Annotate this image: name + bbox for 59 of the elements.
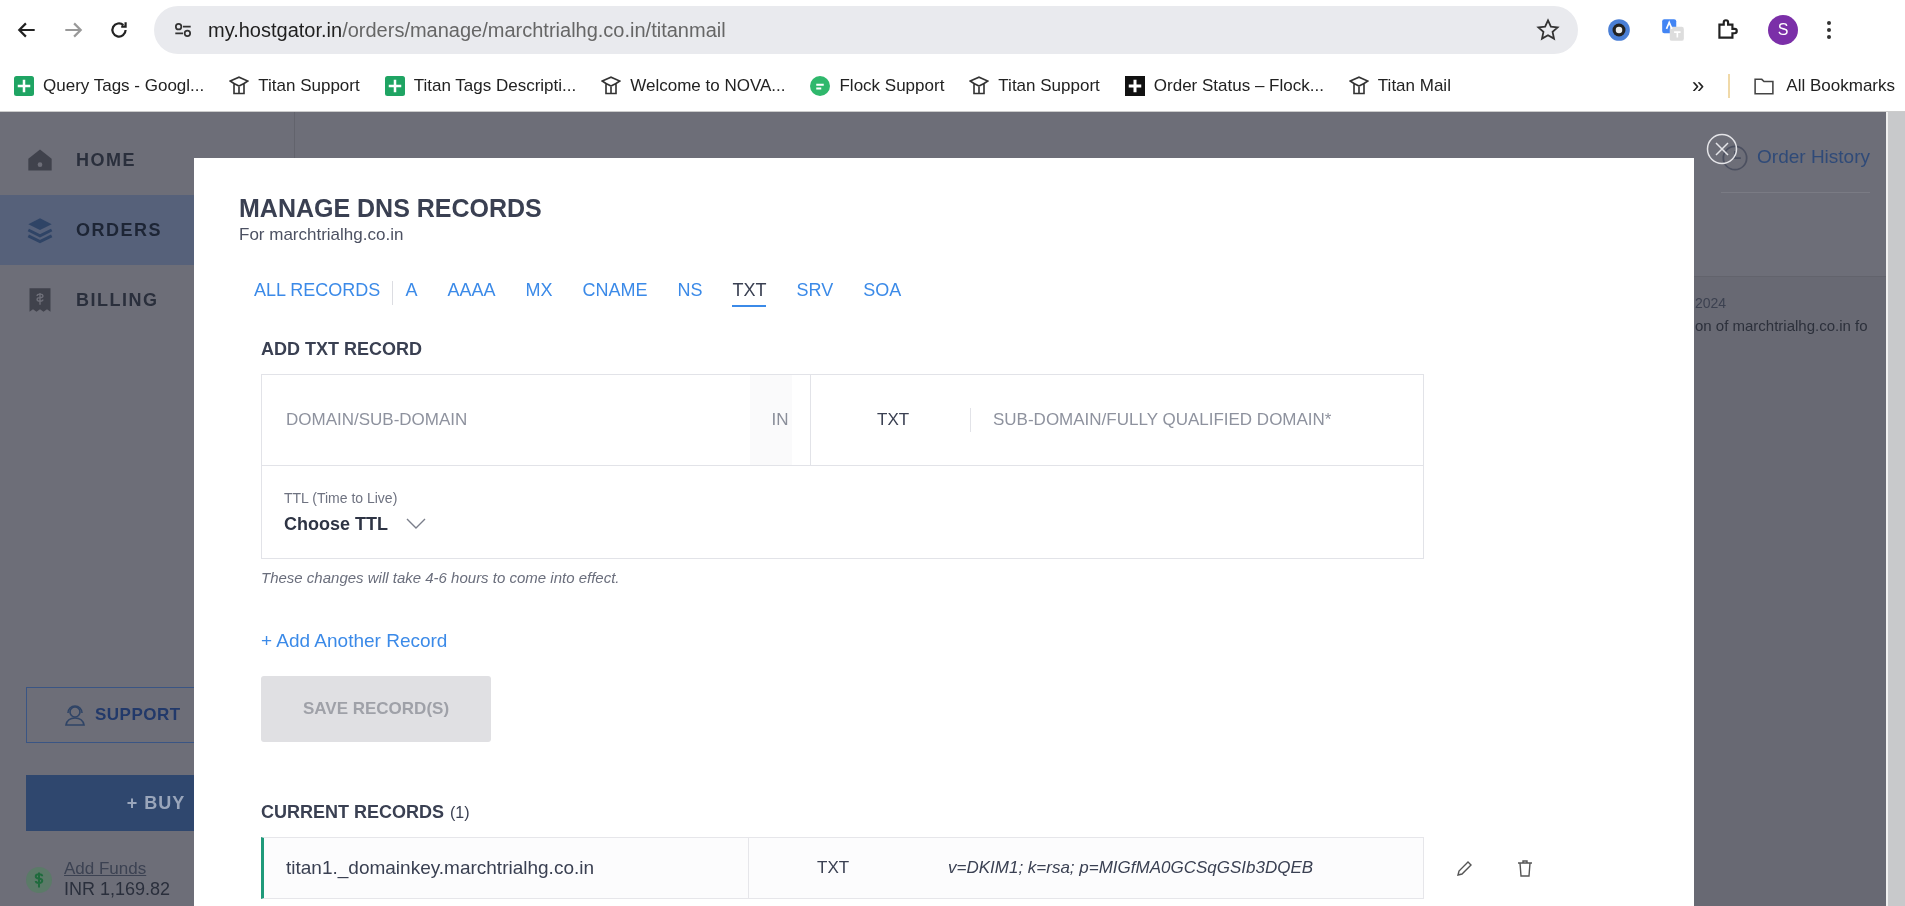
headset-icon [63,703,87,727]
trash-icon[interactable] [1515,858,1535,878]
box-icon [969,75,990,96]
spreadsheet-icon [14,75,34,96]
record-type-tab[interactable]: SOA [863,279,902,307]
bookmark-link[interactable]: Titan Support [998,75,1100,96]
bookmark-link[interactable]: Query Tags - Googl... [43,75,205,96]
box-icon [601,75,622,96]
record-type-tab[interactable]: A [405,279,418,307]
profile-avatar[interactable]: S [1768,15,1798,45]
record-type-tab[interactable]: MX [525,279,553,307]
add-another-link[interactable]: + Add Another Record [261,630,448,652]
record-value: v=DKIM1; k=rsa; p=MIGfMA0GCSqGSIb3DQEB [948,858,1315,878]
spreadsheet-icon [384,75,405,96]
reload-icon[interactable] [108,19,130,41]
clock-icon [1721,144,1750,172]
bookmark-link[interactable]: Titan Mail [1377,75,1451,96]
domain-input[interactable]: DOMAIN/SUB-DOMAIN [284,409,718,431]
section-heading: ADD TXT RECORD [261,339,423,360]
record-type-tab[interactable]: CNAME [582,279,648,307]
sidebar-item[interactable]: HOME [0,125,294,195]
bookmark-link[interactable]: Order Status – Flock... [1153,75,1324,96]
record-type-tab[interactable]: SRV [796,279,834,307]
description-text: on of marchtrialhg.co.in fo [1695,317,1869,334]
box-icon [229,75,250,96]
bookmark-link[interactable]: Flock Support [839,75,945,96]
all-bookmarks-link[interactable]: All Bookmarks [1786,75,1895,96]
record-host: titan1._domainkey.marchtrialhg.co.in [285,857,596,879]
ttl-label: TTL (Time to Live) [284,489,399,506]
record-type-tab[interactable]: ALL RECORDS [254,279,381,307]
record-type-text: TXT [811,408,971,432]
chat-bubble-icon [810,75,831,96]
balance-text: INR 1,169.82 [64,879,171,900]
box-icon [1348,75,1369,96]
bookmarks-overflow[interactable]: » [1692,72,1705,99]
close-icon[interactable] [1706,133,1738,165]
record-count: (1) [450,804,470,821]
record-type: TXT [748,838,948,898]
extension-icon[interactable] [1606,17,1632,43]
address-bar[interactable]: my.hostgator.in/orders/manage/marchtrialhg.co.in/titanmail [154,6,1578,54]
bookmark-link[interactable]: Titan Tags Descripti... [413,75,577,96]
translate-icon[interactable] [1660,17,1686,43]
record-type-tab[interactable]: TXT [732,279,767,307]
plus-icon [1124,75,1145,96]
bookmark-link[interactable]: Welcome to NOVA... [630,75,786,96]
bookmark-star-icon[interactable] [1536,18,1560,42]
scrollbar[interactable] [1886,112,1905,906]
target-input[interactable]: SUB-DOMAIN/FULLY QUALIFIED DOMAIN* [991,409,1423,431]
record-type-tab[interactable]: AAAA [447,279,496,307]
layers-icon [26,216,54,244]
info-note: These changes will take 4-6 hours to come into effect. [261,569,621,586]
dollar-icon [26,866,52,893]
ttl-dropdown[interactable]: Choose TTL [284,513,1423,535]
chevron-down-icon [406,518,426,530]
class-label: IN [750,375,811,465]
bookmark-link[interactable]: Titan Support [258,75,360,96]
url-text: my.hostgator.in/orders/manage/marchtrialhg.co.in/titanmail [208,18,727,42]
record-type-tab[interactable]: NS [677,279,703,307]
menu-icon[interactable] [1826,20,1832,40]
